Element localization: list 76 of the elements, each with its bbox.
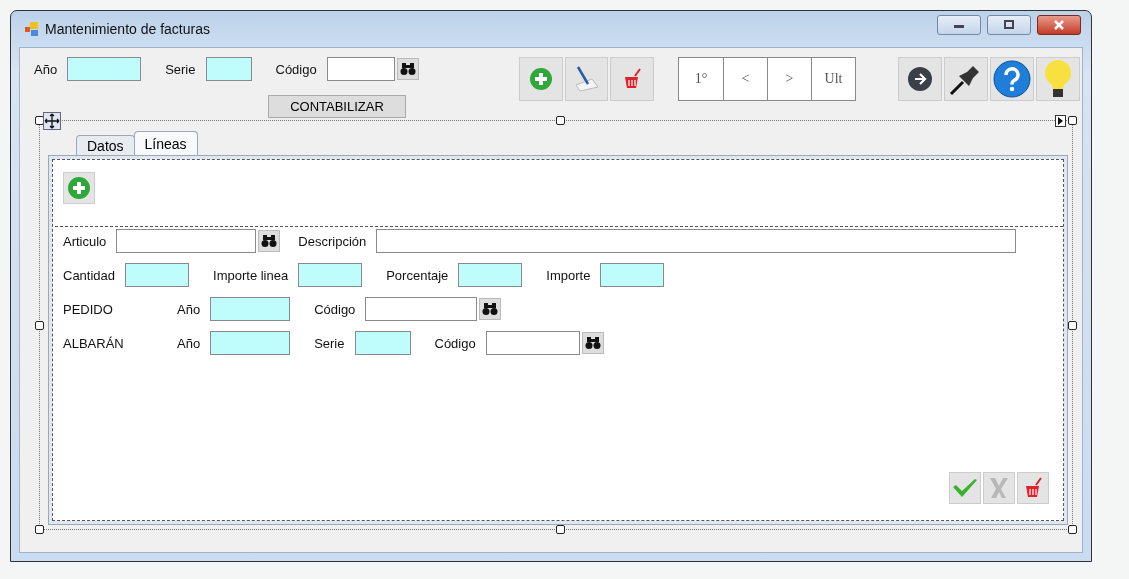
input-field[interactable] xyxy=(125,263,190,287)
binoculars-icon xyxy=(399,62,416,76)
section-label: PEDIDO xyxy=(63,301,114,317)
input-field[interactable] xyxy=(298,263,363,287)
help-button[interactable] xyxy=(990,57,1034,101)
search-button[interactable] xyxy=(258,230,281,252)
field-label: Cantidad xyxy=(63,267,116,283)
tab[interactable]: Datos xyxy=(76,135,135,155)
resize-handle[interactable] xyxy=(35,525,44,534)
maximize-icon xyxy=(1003,20,1015,30)
pencil-icon xyxy=(572,65,601,93)
input-field[interactable] xyxy=(205,57,252,81)
binoculars-icon xyxy=(482,302,499,316)
field-label: Importe xyxy=(546,267,591,283)
edit-button[interactable] xyxy=(564,57,609,101)
minimize-button[interactable] xyxy=(937,15,981,35)
field-label: Año xyxy=(177,335,201,351)
nav-button[interactable]: 1° xyxy=(679,58,723,100)
resize-handle[interactable] xyxy=(35,321,44,330)
window-title: Mantenimiento de facturas xyxy=(45,21,211,37)
help-icon xyxy=(993,60,1031,98)
exit-icon xyxy=(907,66,933,92)
tip-button[interactable] xyxy=(1036,57,1080,101)
input-field[interactable] xyxy=(354,331,411,355)
binoculars-icon xyxy=(261,234,278,248)
app-icon xyxy=(25,22,39,36)
cross-icon xyxy=(988,476,1010,500)
add-button[interactable] xyxy=(518,57,563,101)
check-icon xyxy=(952,477,978,499)
input-field[interactable] xyxy=(210,297,291,321)
delete-line-button[interactable] xyxy=(1017,472,1049,504)
exit-button[interactable] xyxy=(898,57,942,101)
field-label: Articulo xyxy=(63,233,107,249)
field-label: Año xyxy=(34,61,58,77)
move-icon[interactable] xyxy=(43,112,61,130)
input-field[interactable] xyxy=(458,263,523,287)
resize-handle[interactable] xyxy=(556,116,565,125)
input-field[interactable] xyxy=(67,57,142,81)
nav-button[interactable]: Ult xyxy=(811,58,855,100)
field-label: Código xyxy=(275,61,317,77)
maximize-button[interactable] xyxy=(987,15,1031,35)
resize-handle[interactable] xyxy=(1068,116,1077,125)
field-label: Serie xyxy=(165,61,196,77)
tab[interactable]: Líneas xyxy=(133,131,198,155)
smart-tag-icon[interactable] xyxy=(1055,115,1066,127)
input-field[interactable] xyxy=(376,229,1017,253)
close-button[interactable] xyxy=(1037,15,1081,35)
field-label: Año xyxy=(177,301,201,317)
input-field[interactable] xyxy=(326,57,395,81)
plus-icon xyxy=(67,176,91,200)
binoculars-icon xyxy=(584,336,601,350)
delete-button[interactable] xyxy=(610,57,654,101)
contabilizar-button[interactable]: CONTABILIZAR xyxy=(268,95,406,118)
field-label: Importe linea xyxy=(213,267,289,283)
input-field[interactable] xyxy=(116,229,257,253)
field-label: Código xyxy=(314,301,356,317)
plus-icon xyxy=(528,67,553,91)
field-label: Código xyxy=(434,335,476,351)
nav-button[interactable]: < xyxy=(723,58,767,100)
search-button[interactable] xyxy=(396,58,419,80)
input-field[interactable] xyxy=(485,331,580,355)
close-icon xyxy=(1053,20,1065,30)
nav-button[interactable]: > xyxy=(767,58,811,100)
pin-button[interactable] xyxy=(944,57,988,101)
input-field[interactable] xyxy=(210,331,291,355)
field-label: Descripción xyxy=(298,233,367,249)
search-button[interactable] xyxy=(479,298,502,320)
input-field[interactable] xyxy=(600,263,665,287)
resize-handle[interactable] xyxy=(1068,525,1077,534)
lightbulb-icon xyxy=(1043,59,1073,99)
field-label: Serie xyxy=(314,335,345,351)
field-label: Porcentaje xyxy=(386,267,449,283)
add-line-button[interactable] xyxy=(63,172,95,204)
search-button[interactable] xyxy=(581,332,604,354)
input-field[interactable] xyxy=(365,297,478,321)
section-label: ALBARÁN xyxy=(63,335,125,351)
